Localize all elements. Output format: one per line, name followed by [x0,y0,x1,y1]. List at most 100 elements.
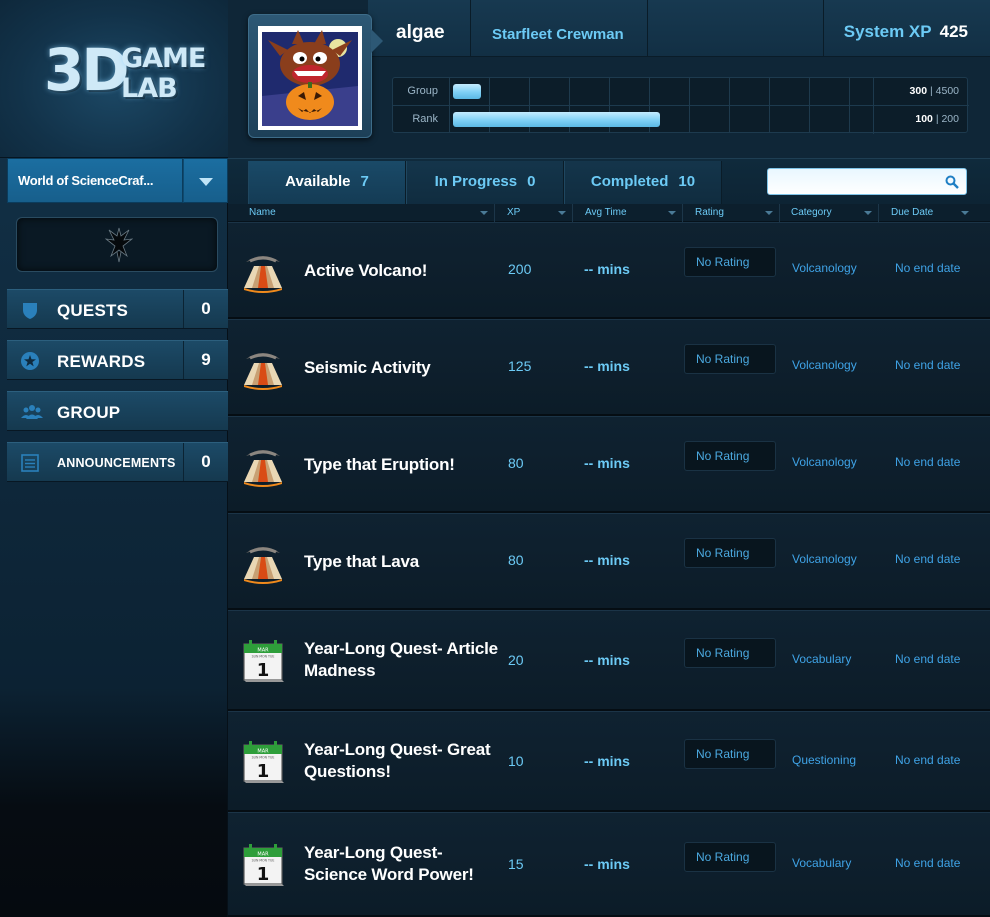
column-rating[interactable]: Rating [684,204,780,222]
app-logo[interactable]: 3D GAME LAB [0,0,228,158]
quest-category[interactable]: Questioning [792,753,856,767]
nav-rewards[interactable]: REWARDS 9 [7,340,228,380]
search-icon[interactable] [945,175,959,189]
quest-rating[interactable]: No Rating [684,842,776,872]
spacer-cell [648,0,824,57]
tab-completed-count: 10 [678,173,696,190]
svg-text:SUN MON TUE: SUN MON TUE [252,655,275,659]
rank-title: Starfleet Crewman [492,26,624,43]
quest-xp: 125 [508,358,532,374]
avatar-pointer [371,29,383,53]
quest-due-date: No end date [895,552,961,566]
column-xp-label: XP [507,207,521,218]
svg-text:1: 1 [257,864,270,885]
column-due-date-label: Due Date [891,207,934,218]
quest-xp: 20 [508,652,524,668]
nav-announcements[interactable]: ANNOUNCEMENTS 0 [7,442,228,482]
quest-rating[interactable]: No Rating [684,344,776,374]
rank-progress-label: Rank [412,113,438,125]
quest-rating[interactable]: No Rating [684,247,776,277]
tab-available[interactable]: Available 7 [248,161,406,205]
quest-xp: 10 [508,753,524,769]
username[interactable]: algae [396,22,445,44]
rank-separator: | [935,113,939,125]
quest-category[interactable]: Volcanology [792,358,857,372]
search-input[interactable] [772,172,932,191]
quest-name[interactable]: Year-Long Quest- Article Madness [304,638,499,682]
quest-rating[interactable]: No Rating [684,638,776,668]
column-name-label: Name [249,207,276,218]
quest-category[interactable]: Vocabulary [792,652,851,666]
tab-available-count: 7 [360,173,369,190]
quest-name[interactable]: Seismic Activity [304,357,499,379]
nav-group[interactable]: GROUP [7,391,228,431]
quest-category[interactable]: Volcanology [792,552,857,566]
rank-total: 200 [941,113,959,125]
column-name[interactable]: Name [238,204,495,222]
quest-avg-time: -- mins [584,552,630,568]
group-progress-track [449,78,873,105]
taz-pumpkin-avatar-icon [258,26,362,130]
world-dropdown-button[interactable] [183,158,228,203]
search-box[interactable] [767,168,967,195]
svg-text:SUN MON TUE: SUN MON TUE [252,756,275,760]
tab-in-progress[interactable]: In Progress 0 [406,161,564,205]
volcano-icon [240,248,286,294]
rank-progress-row: Rank 100 | 200 [393,106,969,133]
star-icon [21,352,39,370]
quest-due-date: No end date [895,856,961,870]
quest-name[interactable]: Year-Long Quest- Great Questions! [304,739,499,783]
avatar-image [258,26,362,130]
group-progress-row: Group 300 | 4500 [393,78,969,105]
quest-category[interactable]: Vocabulary [792,856,851,870]
quest-name[interactable]: Year-Long Quest- Science Word Power! [304,842,499,886]
column-category-label: Category [791,207,832,218]
group-current: 300 [909,85,928,97]
column-rating-label: Rating [695,207,724,218]
calendar-icon: MAR SUN MON TUE 1 [240,739,286,785]
table-row[interactable]: Type that Lava 80 -- mins No Rating Volcanol… [228,513,990,610]
tab-available-label: Available [285,173,351,190]
badge-display [16,217,218,272]
table-row[interactable]: Seismic Activity 125 -- mins No Rating Volca… [228,319,990,416]
volcano-icon [240,345,286,391]
quest-rating[interactable]: No Rating [684,441,776,471]
quest-rating[interactable]: No Rating [684,538,776,568]
quest-xp: 80 [508,552,524,568]
table-row[interactable]: Type that Eruption! 80 -- mins No Rating Vol… [228,416,990,513]
quest-category[interactable]: Volcanology [792,455,857,469]
quest-name[interactable]: Active Volcano! [304,260,499,282]
quest-category[interactable]: Volcanology [792,261,857,275]
quest-name[interactable]: Type that Lava [304,551,499,573]
system-xp: System XP 425 [844,22,968,42]
column-due-date[interactable]: Due Date [880,204,975,222]
quest-rating[interactable]: No Rating [684,739,776,769]
group-progress-numbers: 300 | 4500 [910,85,959,97]
table-row[interactable]: Active Volcano! 200 -- mins No Rating Volcan… [228,222,990,319]
tab-completed[interactable]: Completed 10 [564,161,722,205]
logo-3d: 3D [44,36,129,104]
svg-text:MAR: MAR [257,852,269,858]
world-select[interactable]: World of ScienceCraf... [7,158,183,203]
logo-game-lab: GAME LAB [121,44,206,104]
group-total: 4500 [935,85,959,97]
quest-avg-time: -- mins [584,856,630,872]
table-row[interactable]: MAR SUN MON TUE 1 Year-Long Quest- Great Qu… [228,711,990,812]
table-row[interactable]: MAR SUN MON TUE 1 Year-Long Quest- Article … [228,610,990,711]
column-avg-time[interactable]: Avg Time [574,204,683,222]
sort-caret-icon [961,211,969,215]
profile-header: algae Starfleet Crewman System XP 425 Gr… [228,0,990,158]
table-row[interactable]: MAR SUN MON TUE 1 Year-Long Quest- Science … [228,812,990,917]
nav-rewards-count: 9 [183,341,228,379]
nav-group-label: GROUP [57,403,121,422]
nav-announcements-count: 0 [183,443,228,481]
rank-progress-fill [453,112,660,127]
calendar-icon: MAR SUN MON TUE 1 [240,638,286,684]
avatar[interactable] [248,14,383,138]
quest-name[interactable]: Type that Eruption! [304,454,499,476]
column-headers: Name XP Avg Time Rating Category Due Dat… [228,204,990,222]
quest-due-date: No end date [895,261,961,275]
column-xp[interactable]: XP [496,204,573,222]
nav-quests[interactable]: QUESTS 0 [7,289,228,329]
column-category[interactable]: Category [780,204,879,222]
